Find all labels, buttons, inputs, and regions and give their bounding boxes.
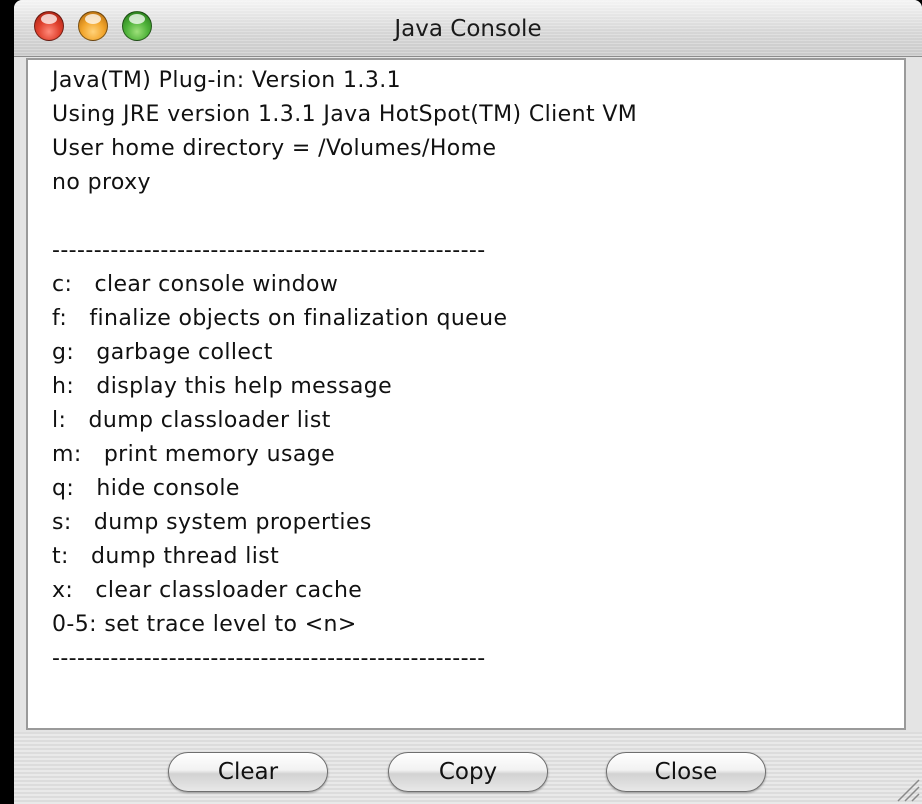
java-console-window: Java Console Java(TM) Plug-in: Version 1… bbox=[14, 0, 922, 804]
copy-button[interactable]: Copy bbox=[388, 752, 548, 792]
console-line: s: dump system properties bbox=[52, 510, 372, 535]
console-output[interactable]: Java(TM) Plug-in: Version 1.3.1 Using JR… bbox=[26, 58, 906, 730]
console-line: Java(TM) Plug-in: Version 1.3.1 bbox=[52, 68, 402, 93]
window-title: Java Console bbox=[394, 16, 542, 42]
console-line: c: clear console window bbox=[52, 272, 339, 297]
resize-grip-icon[interactable] bbox=[894, 776, 920, 802]
console-line: x: clear classloader cache bbox=[52, 578, 363, 603]
console-line: User home directory = /Volumes/Home bbox=[52, 136, 497, 161]
console-line: m: print memory usage bbox=[52, 442, 336, 467]
close-button[interactable]: Close bbox=[606, 752, 766, 792]
console-line: f: finalize objects on finalization queu… bbox=[52, 306, 508, 331]
clear-button[interactable]: Clear bbox=[168, 752, 328, 792]
console-divider: ----------------------------------------… bbox=[52, 646, 486, 671]
console-divider: ----------------------------------------… bbox=[52, 238, 486, 263]
console-line: q: hide console bbox=[52, 476, 240, 501]
console-line: Using JRE version 1.3.1 Java HotSpot(TM)… bbox=[52, 102, 638, 127]
title-bar[interactable]: Java Console bbox=[14, 0, 922, 57]
console-line: g: garbage collect bbox=[52, 340, 273, 365]
console-line: t: dump thread list bbox=[52, 544, 280, 569]
console-line: l: dump classloader list bbox=[52, 408, 331, 433]
console-line: no proxy bbox=[52, 170, 151, 195]
console-line: 0-5: set trace level to <n> bbox=[52, 612, 357, 637]
console-line: h: display this help message bbox=[52, 374, 393, 399]
